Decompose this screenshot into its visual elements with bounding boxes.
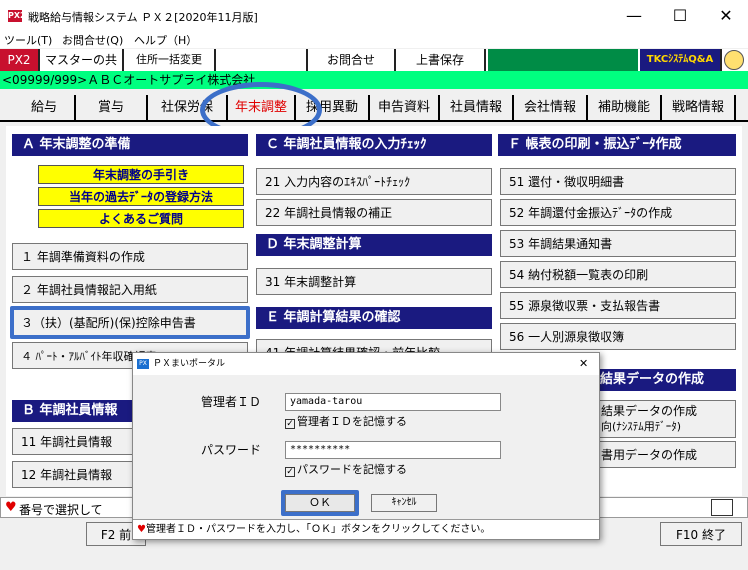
title-bar: PX2 戦略給与情報システム ＰＸ２[2020年11月版] — ☐ ✕	[0, 0, 748, 32]
menu-help[interactable]: ヘルプ（H）	[134, 32, 197, 48]
status-text: 番号で選択して	[19, 503, 103, 517]
contact-button[interactable]: お問合せ	[306, 49, 396, 71]
menu-tools[interactable]: ツール(T)	[4, 32, 52, 48]
dialog-title-bar: PX ＰＸまいポータル ✕	[133, 353, 599, 375]
password-label: パスワード	[201, 443, 262, 457]
f10-exit-button[interactable]: F10 終了	[660, 522, 742, 546]
menu-item-55[interactable]: 55 源泉徴収票・支払報告書	[500, 292, 736, 319]
toolbar-green-area	[488, 49, 638, 71]
menu-bar: ツール(T) お問合せ(Q) ヘルプ（H）	[0, 30, 748, 48]
tab-auxiliary[interactable]: 補助機能	[588, 95, 662, 120]
remember-id-checkbox[interactable]: ✓ 管理者ＩＤを記憶する	[285, 413, 407, 429]
heart-icon: ♥	[5, 500, 17, 515]
menu-item-1[interactable]: １ 年調準備資料の作成	[12, 243, 248, 270]
menu-item-g1-line1: 結果データの作成	[601, 404, 698, 418]
remember-password-label: パスワードを記憶する	[297, 463, 407, 476]
section-f-header: Ｆ 帳表の印刷・振込ﾃﾞｰﾀ作成	[498, 134, 736, 156]
status-input[interactable]	[711, 499, 733, 516]
tab-bar: 給与 賞与 社保労保 年末調整 採用異動 申告資料 社員情報 会社情報 補助機能…	[0, 89, 748, 122]
menu-item-21[interactable]: 21 入力内容のｴｷｽﾊﾟｰﾄﾁｪｯｸ	[256, 168, 492, 195]
menu-item-56[interactable]: 56 一人別源泉徴収簿	[500, 323, 736, 350]
login-dialog: PX ＰＸまいポータル ✕ 管理者ＩＤ yamada-tarou ✓ 管理者ＩＤを…	[132, 352, 600, 540]
admin-id-input[interactable]: yamada-tarou	[285, 393, 501, 411]
menu-item-g1-line2: 向(ﾅｼｽﾃﾑ用ﾃﾞｰﾀ)	[601, 420, 682, 433]
dialog-hint-bar: ♥管理者ＩＤ・パスワードを入力し、「ＯＫ」ボタンをクリックしてください。	[133, 519, 599, 539]
dialog-title: ＰＸまいポータル	[153, 359, 226, 369]
close-button[interactable]: ✕	[704, 0, 748, 32]
password-input[interactable]: **********	[285, 441, 501, 459]
address-bulk-change-button[interactable]: 住所一括変更	[124, 49, 216, 71]
character-icon[interactable]	[724, 50, 744, 70]
minimize-button[interactable]: —	[612, 0, 656, 32]
tkc-qa-button[interactable]: TKCｼｽﾃﾑQ&A	[640, 49, 722, 71]
tab-bonus[interactable]: 賞与	[76, 95, 148, 120]
master-share-button[interactable]: マスターの共有	[40, 49, 124, 89]
section-d-header: Ｄ 年末調整計算	[256, 234, 492, 256]
window-title: 戦略給与情報システム ＰＸ２[2020年11月版]	[28, 11, 258, 24]
menu-item-52[interactable]: 52 年調還付金振込ﾃﾞｰﾀの作成	[500, 199, 736, 226]
menu-item-54[interactable]: 54 納付税額一覧表の印刷	[500, 261, 736, 288]
overwrite-save-button[interactable]: 上書保存	[396, 49, 486, 71]
yellow-past-data-button[interactable]: 当年の過去ﾃﾞｰﾀの登録方法	[38, 187, 244, 206]
menu-item-53[interactable]: 53 年調結果通知書	[500, 230, 736, 257]
remember-password-checkbox[interactable]: ✓ パスワードを記憶する	[285, 461, 407, 477]
admin-id-label: 管理者ＩＤ	[201, 395, 262, 409]
toolbar-spacer	[216, 49, 306, 71]
app-icon: PX2	[8, 10, 26, 22]
tab-salary[interactable]: 給与	[14, 95, 76, 120]
remember-id-label: 管理者ＩＤを記憶する	[297, 415, 407, 428]
tab-strategy-info[interactable]: 戦略情報	[662, 95, 736, 120]
dialog-app-icon: PX	[137, 359, 149, 369]
menu-inquiry[interactable]: お問合せ(Q)	[62, 32, 123, 48]
menu-item-31[interactable]: 31 年末調整計算	[256, 268, 492, 295]
maximize-button[interactable]: ☐	[658, 0, 702, 32]
remember-password-checkmark: ✓	[285, 467, 295, 477]
section-e-header: Ｅ 年調計算結果の確認	[256, 307, 492, 329]
tab-filing-documents[interactable]: 申告資料	[370, 95, 440, 120]
menu-item-51[interactable]: 51 還付・徴収明細書	[500, 168, 736, 195]
cancel-button[interactable]: ｷｬﾝｾﾙ	[371, 494, 437, 512]
toolbar: PX2 マスターの共有 住所一括変更 お問合せ 上書保存 TKCｼｽﾃﾑQ&A	[0, 49, 748, 89]
section-a-header: Ａ 年末調整の準備	[12, 134, 248, 156]
ok-button[interactable]: ＯＫ	[285, 494, 355, 512]
remember-id-checkmark: ✓	[285, 419, 295, 429]
dialog-close-icon[interactable]: ✕	[579, 353, 588, 375]
menu-item-22[interactable]: 22 年調社員情報の補正	[256, 199, 492, 226]
yellow-guide-button[interactable]: 年末調整の手引き	[38, 165, 244, 184]
hint-heart-icon: ♥	[137, 524, 146, 535]
item3-highlight	[10, 306, 250, 339]
menu-item-2[interactable]: ２ 年調社員情報記入用紙	[12, 276, 248, 303]
tab-employee-info[interactable]: 社員情報	[440, 95, 514, 120]
yellow-faq-button[interactable]: よくあるご質問	[38, 209, 244, 228]
px2-logo: PX2	[0, 49, 40, 71]
section-c-header: Ｃ 年調社員情報の入力ﾁｪｯｸ	[256, 134, 492, 156]
dialog-hint-text: 管理者ＩＤ・パスワードを入力し、「ＯＫ」ボタンをクリックしてください。	[145, 524, 491, 535]
company-bar: <09999/999>ＡＢＣオートサプライ株式会社	[0, 71, 748, 89]
tab-company-info[interactable]: 会社情報	[514, 95, 588, 120]
